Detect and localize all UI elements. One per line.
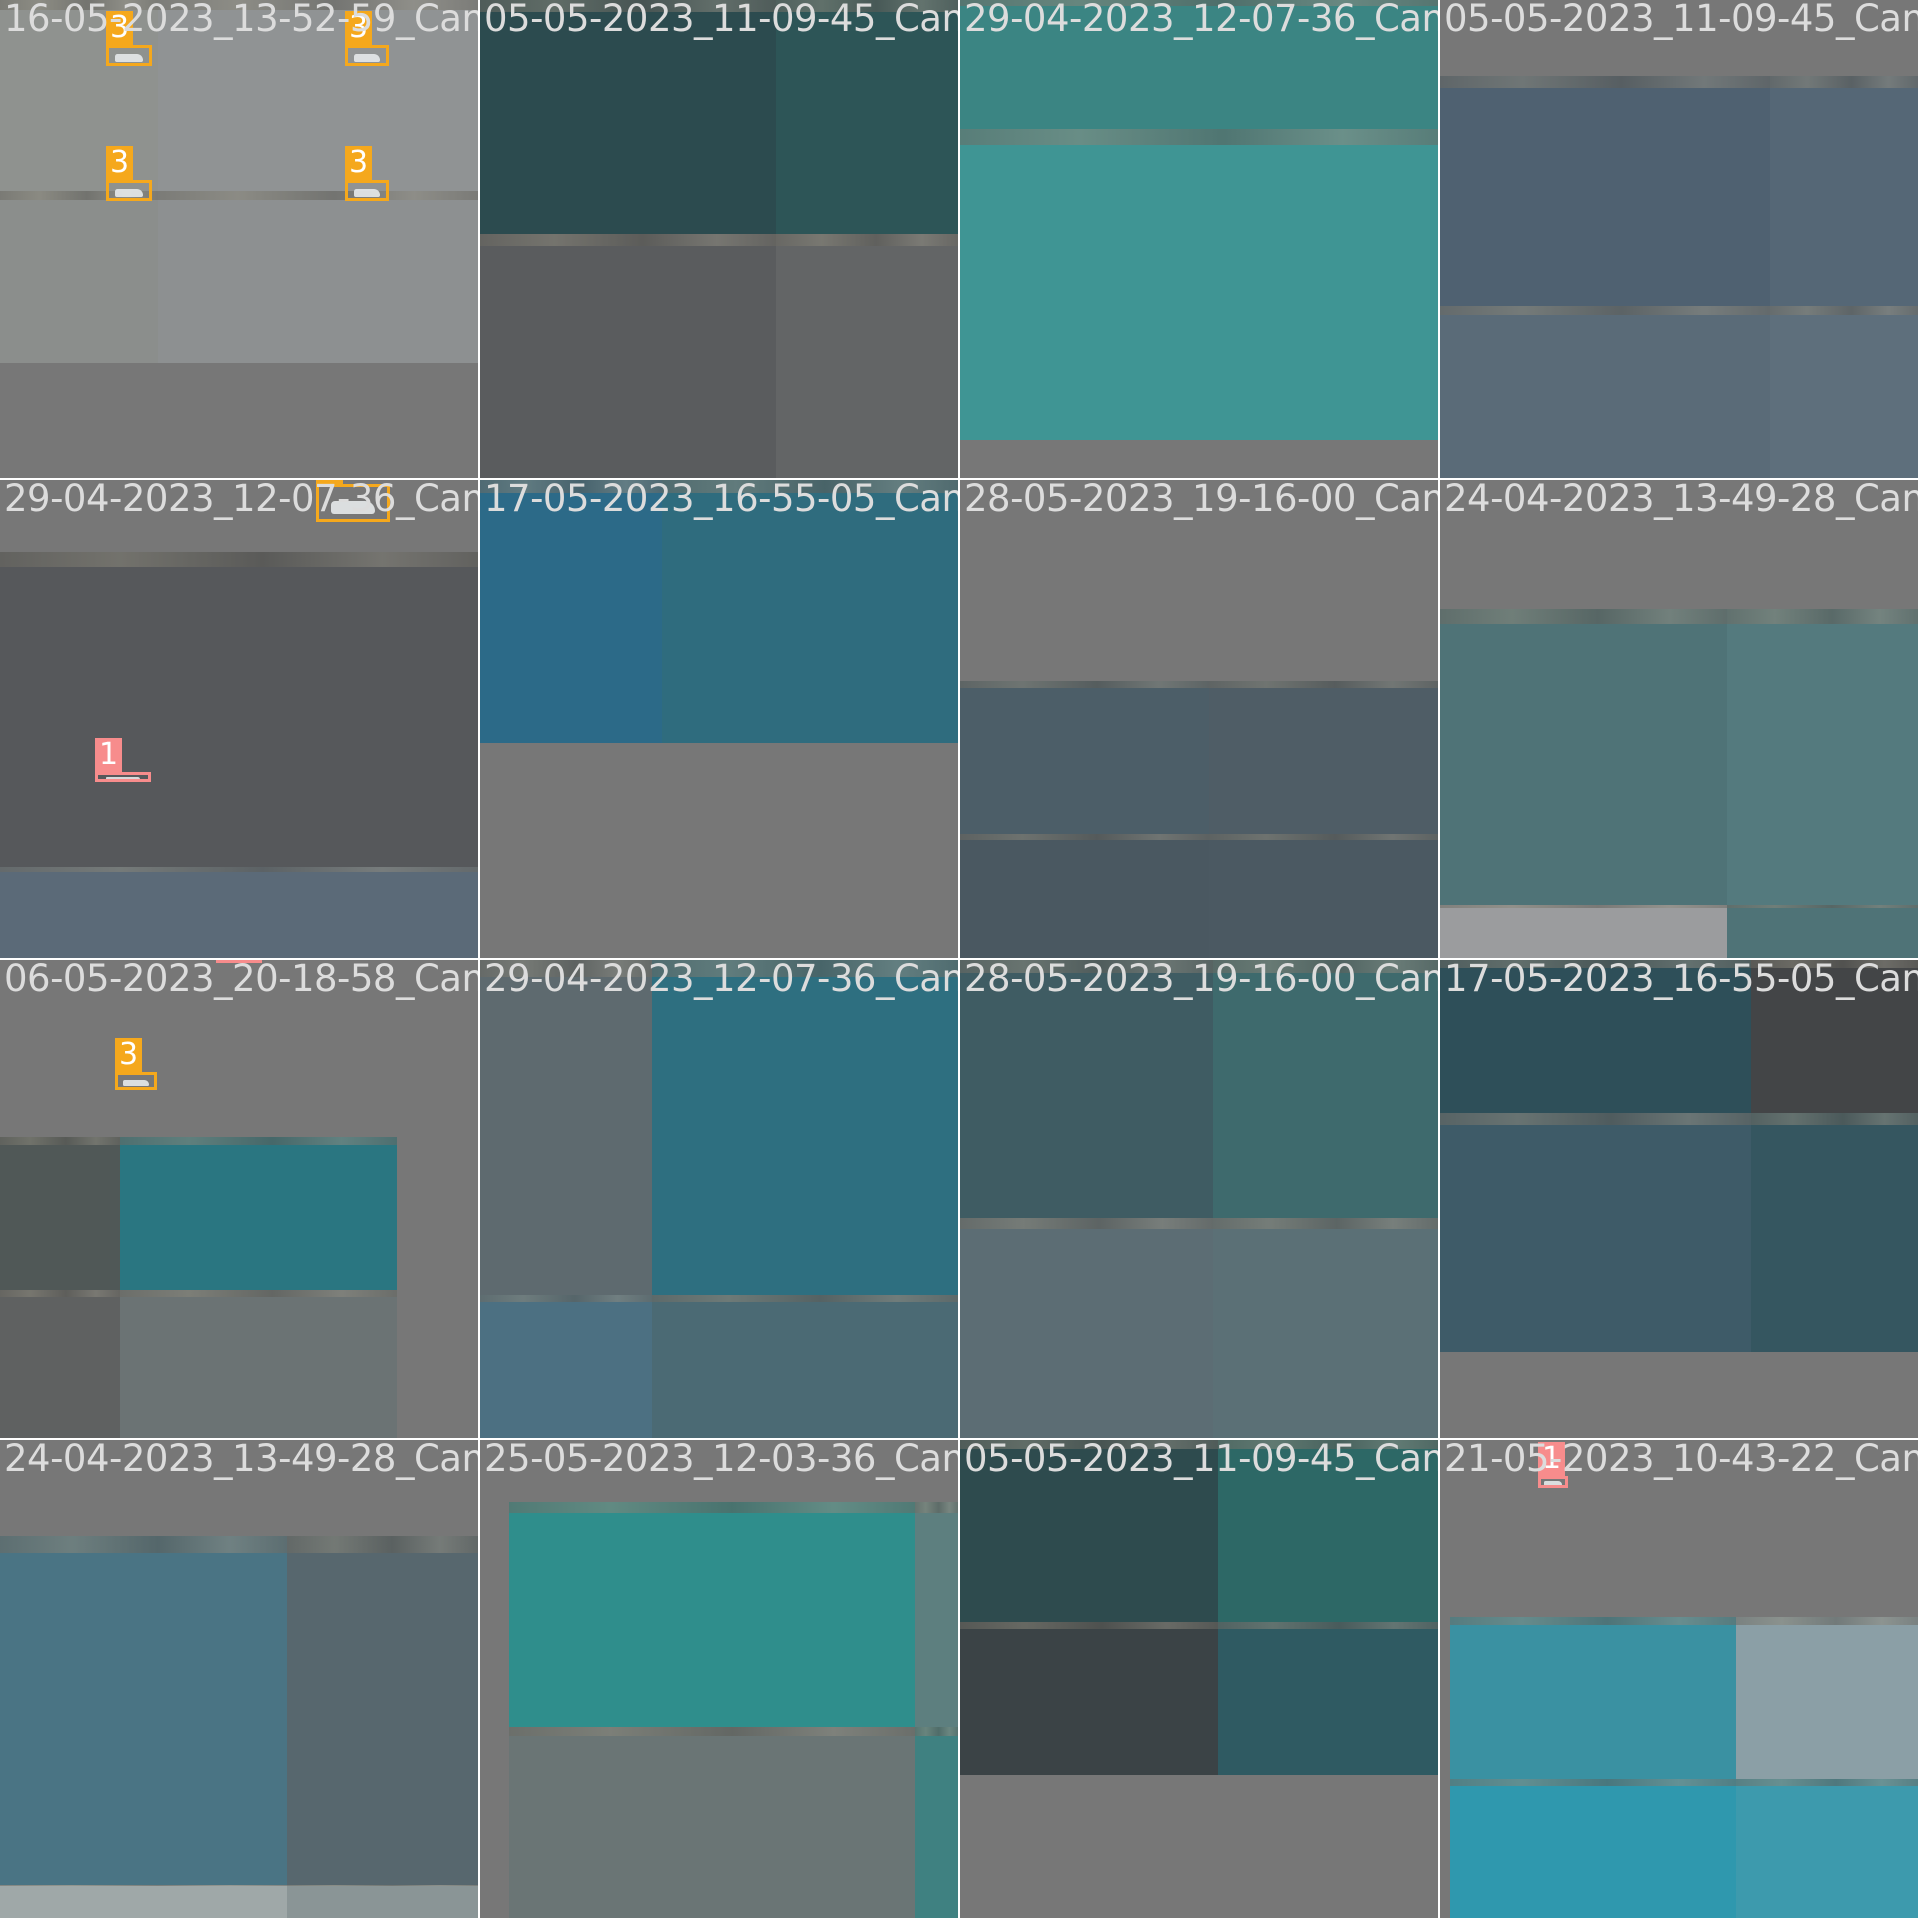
image-panel — [1449, 1616, 1737, 1780]
tile-caption: 21-05-2023_10-43-22_Cam2 — [1444, 1440, 1918, 1480]
tile-caption: 05-05-2023_11-09-45_Cam2_8-056.jpg — [964, 1440, 1438, 1480]
image-panel — [914, 1726, 958, 1918]
image-panel — [1769, 76, 1918, 306]
detection-box-class-3 — [106, 180, 152, 201]
mosaic-tile: 24-04-2023_13-49-28_Cam2_5-04.jpg10 — [0, 1440, 478, 1918]
image-panel — [480, 1294, 653, 1438]
image-panel — [960, 680, 1209, 834]
detection-label: 3 — [106, 146, 134, 180]
tile-caption: 24-04-2023_13-49-28_Cam2_5-04.jpg — [4, 1440, 478, 1480]
image-panel — [914, 1502, 958, 1727]
mosaic-grid: 16-05-2023_13-52-59_Cam2_1-05.jpg333305-… — [0, 0, 1920, 1920]
mosaic-tile: 17-05-2023_16-55-05_Cam1_3-05.jpg31 — [480, 480, 958, 958]
mosaic-tile: 28-05-2023_19-16-00_Cam1_7-05.jpg13 — [960, 960, 1438, 1438]
tile-caption: 05-05-2023_11-09-45_Cam2_9-048.jpg — [484, 0, 958, 40]
image-panel — [1440, 305, 1770, 478]
mosaic-tile: 29-04-2023_12-07-36_Cam2_8-052.jpg3 — [480, 960, 958, 1438]
detection-box-class-3 — [345, 45, 389, 66]
image-panel — [1769, 305, 1918, 478]
image-panel — [1726, 609, 1918, 906]
detection-box-class-3 — [345, 180, 389, 201]
detection-box-class-3 — [115, 1072, 157, 1090]
image-panel — [480, 234, 777, 478]
image-panel — [1440, 76, 1770, 306]
detection-box-class-3 — [106, 45, 152, 66]
image-panel — [960, 1218, 1214, 1438]
tile-caption: 16-05-2023_13-52-59_Cam2_1-05.jpg — [4, 0, 478, 40]
image-panel — [1218, 1621, 1438, 1775]
tile-caption: 29-04-2023_12-07-36_Cam2_1-059.jpg — [964, 0, 1438, 40]
image-panel — [508, 1502, 915, 1727]
tile-caption: 28-05-2023_19-16-00_Cam2_4-04.jpg — [964, 480, 1438, 520]
tile-caption: 29-04-2023_12-07-36_Cam2_8-052.jpg — [484, 960, 958, 1000]
image-panel — [0, 551, 478, 868]
image-panel — [0, 1289, 120, 1438]
detection-label: 3 — [115, 1038, 143, 1072]
image-panel — [1750, 1112, 1918, 1352]
tile-caption: 06-05-2023_20-18-58_Cam2_3-04.jpg — [4, 960, 478, 1000]
tile-caption: 24-04-2023_13-49-28_Cam2_1-05.jpg — [1444, 480, 1918, 520]
image-panel — [1440, 1112, 1751, 1352]
image-panel — [776, 234, 958, 478]
image-panel — [652, 960, 958, 1295]
mosaic-tile: 29-04-2023_12-07-36_Cam2_1-028.jpg31 — [0, 480, 478, 958]
image-panel — [0, 191, 158, 364]
image-panel — [652, 1294, 958, 1438]
image-panel — [960, 129, 1438, 440]
image-panel — [508, 1726, 915, 1918]
mosaic-tile: 21-05-2023_10-43-22_Cam21311 — [1440, 1440, 1918, 1918]
image-panel — [286, 1535, 478, 1885]
image-panel — [1726, 905, 1918, 958]
image-panel — [960, 833, 1209, 958]
mosaic-tile: 05-05-2023_11-09-45_Cam2_9-048.jpg143 — [480, 0, 958, 478]
image-panel — [1213, 1218, 1438, 1438]
tile-caption: 28-05-2023_19-16-00_Cam1_7-05.jpg — [964, 960, 1438, 1000]
mosaic-tile: 05-05-2023_11-09-45_Cam231 — [1440, 0, 1918, 478]
mosaic-tile: 24-04-2023_13-49-28_Cam2_1-05.jpg1 — [1440, 480, 1918, 958]
detection-box-class-1 — [95, 772, 151, 782]
image-panel — [1208, 833, 1438, 958]
image-panel — [960, 1621, 1219, 1775]
mosaic-tile: 16-05-2023_13-52-59_Cam2_1-05.jpg3333 — [0, 0, 478, 478]
mosaic-tile: 17-05-2023_16-55-05_Cam11 — [1440, 960, 1918, 1438]
image-panel — [119, 1289, 397, 1438]
mosaic-tile: 05-05-2023_11-09-45_Cam2_8-056.jpg0133 — [960, 1440, 1438, 1918]
image-panel — [0, 1535, 287, 1885]
tile-caption: 29-04-2023_12-07-36_Cam2_1-028.jpg — [4, 480, 478, 520]
tile-caption: 05-05-2023_11-09-45_Cam2 — [1444, 0, 1918, 40]
mosaic-tile: 28-05-2023_19-16-00_Cam2_4-04.jpg101 — [960, 480, 1438, 958]
detection-label: 1 — [95, 738, 123, 772]
image-panel — [157, 191, 478, 364]
tile-caption: 17-05-2023_16-55-05_Cam1_3-05.jpg — [484, 480, 958, 520]
tile-caption: 17-05-2023_16-55-05_Cam1 — [1444, 960, 1918, 1000]
detection-label: 3 — [345, 146, 373, 180]
image-panel — [0, 1884, 287, 1918]
image-panel — [1440, 609, 1727, 906]
image-panel — [0, 1136, 120, 1290]
mosaic-tile: 25-05-2023_12-03-36_Cam1_3-04.jpg400 — [480, 1440, 958, 1918]
image-panel — [286, 1884, 478, 1918]
mosaic-tile: 06-05-2023_20-18-58_Cam2_3-04.jpg13 — [0, 960, 478, 1438]
image-panel — [1736, 1779, 1918, 1918]
image-panel — [1736, 1616, 1918, 1780]
image-panel — [480, 960, 653, 1295]
image-panel — [1440, 905, 1727, 958]
image-panel — [119, 1136, 397, 1290]
mosaic-tile: 29-04-2023_12-07-36_Cam2_1-059.jpg4 — [960, 0, 1438, 478]
image-panel — [1208, 680, 1438, 834]
image-panel — [0, 867, 478, 958]
tile-caption: 25-05-2023_12-03-36_Cam1_3-04.jpg — [484, 1440, 958, 1480]
image-panel — [1449, 1779, 1737, 1918]
